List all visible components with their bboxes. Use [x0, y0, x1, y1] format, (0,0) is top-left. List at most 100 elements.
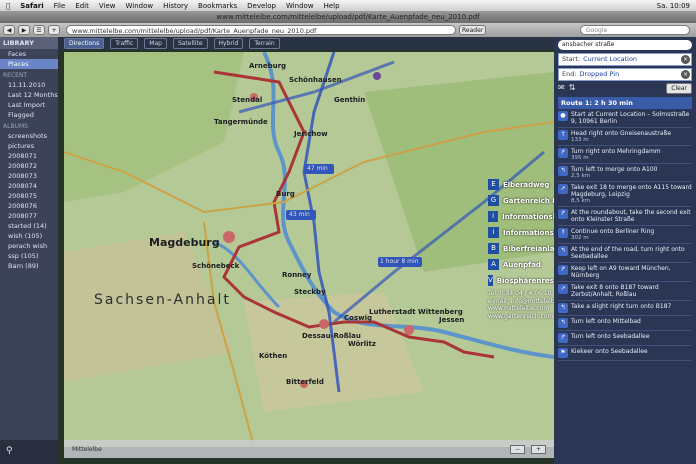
city-magdeburg-marker[interactable]	[223, 231, 235, 243]
direction-step[interactable]: ↱ At the roundabout, take the second exi…	[558, 207, 692, 226]
sidebar-item-faces[interactable]: Faces	[0, 49, 58, 59]
map-graphic[interactable]	[63, 51, 555, 448]
menu-help[interactable]: Help	[319, 2, 345, 10]
beaver-icon: B	[488, 243, 499, 254]
tab-satellite[interactable]: Satellite	[172, 38, 208, 49]
apple-menu[interactable]: 	[0, 2, 15, 10]
sidebar-album[interactable]: perach wish	[0, 241, 58, 251]
swap-icon[interactable]: ⇅	[569, 83, 576, 94]
menu-history[interactable]: History	[158, 2, 193, 10]
search-icon[interactable]: ⚲	[6, 446, 13, 456]
info-icon: i	[488, 227, 499, 238]
step-text: At the roundabout, take the second exit …	[571, 209, 691, 223]
tab-hybrid[interactable]: Hybrid	[213, 38, 244, 49]
map-canvas[interactable]: Magdeburg Stendal Tangermünde Jerichow B…	[63, 51, 555, 448]
sidebar-item-recent-1[interactable]: 11.11.2010	[0, 80, 58, 90]
sidebar-album[interactable]: 2008075	[0, 191, 58, 201]
menu-edit[interactable]: Edit	[70, 2, 94, 10]
address-bar[interactable]: www.mittelelbe.com/mittelelbe/upload/pdf…	[66, 25, 456, 35]
sidebar-album[interactable]: 2008072	[0, 161, 58, 171]
start-value: Current Location	[583, 55, 638, 63]
step-text: Keep left on A9 toward München, Nürnberg	[571, 265, 671, 279]
add-bookmark-button[interactable]: +	[48, 25, 60, 35]
clear-start-icon[interactable]: ×	[681, 55, 690, 64]
direction-step[interactable]: ↰ Turn left onto Mittelbad	[558, 316, 692, 331]
sidebar-album[interactable]: 2008074	[0, 181, 58, 191]
back-button[interactable]: ◀	[3, 25, 15, 35]
menu-file[interactable]: File	[49, 2, 71, 10]
sidebar-album[interactable]: 2008077	[0, 211, 58, 221]
sidebar-item-recent-4[interactable]: Flagged	[0, 110, 58, 120]
search-field[interactable]: Google	[580, 25, 690, 35]
end-label: End:	[562, 70, 577, 78]
sidebar-item-recent-2[interactable]: Last 12 Months	[0, 90, 58, 100]
step-distance: 302 m	[571, 235, 589, 241]
sidebar-item-places[interactable]: Places	[0, 59, 58, 69]
reader-button[interactable]: Reader	[459, 25, 487, 35]
sidebar-album[interactable]: Barn (89)	[0, 261, 58, 271]
sidebar-album[interactable]: started (14)	[0, 221, 58, 231]
tab-map[interactable]: Map	[144, 38, 167, 49]
menu-app-name[interactable]: Safari	[15, 2, 48, 10]
menu-clock[interactable]: Sa. 10:09	[652, 2, 696, 10]
clear-end-icon[interactable]: ×	[681, 70, 690, 79]
info-icon: i	[488, 211, 499, 222]
start-icon: ●	[558, 111, 568, 121]
city-bitterfeld-marker[interactable]	[300, 380, 308, 388]
menu-bookmarks[interactable]: Bookmarks	[193, 2, 242, 10]
menu-window-2[interactable]: Window	[281, 2, 319, 10]
menu-view[interactable]: View	[94, 2, 121, 10]
zoom-in-button[interactable]: +	[530, 444, 546, 454]
zoom-out-button[interactable]: −	[509, 444, 525, 454]
city-stendal-marker[interactable]	[250, 93, 258, 101]
direction-step[interactable]: ⚑ Kiekeer onto Seebadallee	[558, 346, 692, 361]
sidebar-album[interactable]: ssp (105)	[0, 251, 58, 261]
direction-step[interactable]: ↗ Take exit 18 to merge onto A115 toward…	[558, 182, 692, 207]
direction-step[interactable]: ↱ Turn left onto Seebadallee	[558, 331, 692, 346]
sidebar-album[interactable]: 2008076	[0, 201, 58, 211]
city-wittenberg-marker[interactable]	[404, 325, 414, 335]
sidebar-item-recent-3[interactable]: Last Import	[0, 100, 58, 110]
tab-directions[interactable]: Directions	[64, 38, 105, 49]
direction-step[interactable]: ↑ Continue onto Berliner Ring 302 m	[558, 226, 692, 244]
legend-label: Elberadweg	[503, 180, 550, 189]
direction-step[interactable]: ↱ Turn right onto Mehringdamm 395 m	[558, 146, 692, 164]
step-text: At the end of the road, turn right onto …	[571, 246, 685, 260]
direction-step[interactable]: ↑ Head right onto Gneisenaustraße 133 m	[558, 128, 692, 146]
end-field[interactable]: End: Dropped Pin ×	[558, 68, 692, 81]
route-summary[interactable]: Route 1: 2 h 30 min	[558, 97, 692, 109]
flag-icon: ⚑	[558, 348, 568, 358]
directions-search-input[interactable]: ansbacher straße	[558, 40, 692, 50]
tab-traffic[interactable]: Traffic	[110, 38, 139, 49]
city-dessau-marker[interactable]	[319, 319, 329, 329]
sidebar-album[interactable]: 2008073	[0, 171, 58, 181]
sidebar-toggle-button[interactable]: ☰	[33, 25, 45, 35]
step-text: Start at Current Location – Solmsstraße …	[571, 111, 690, 125]
map-view-tabs: Directions Traffic Map Satellite Hybrid …	[58, 37, 554, 50]
step-distance: 133 m	[571, 137, 589, 143]
recent-section-title: RECENT	[3, 72, 28, 79]
direction-step[interactable]: ↗ Take exit 8 onto B187 toward Zerbst/An…	[558, 282, 692, 301]
car-icon[interactable]: ✉	[558, 83, 565, 94]
menu-window[interactable]: Window	[121, 2, 159, 10]
forward-button[interactable]: ▶	[18, 25, 30, 35]
sidebar-album[interactable]: screenshots	[0, 131, 58, 141]
direction-step[interactable]: ● Start at Current Location – Solmsstraß…	[558, 109, 692, 128]
direction-step[interactable]: ↰ Take a slight right turn onto B187	[558, 301, 692, 316]
step-text: Take exit 18 to merge onto A115 toward M…	[571, 184, 692, 198]
start-field[interactable]: Start: Current Location ×	[558, 53, 692, 66]
sidebar-album[interactable]: wish (105)	[0, 231, 58, 241]
turn-right-icon: ↱	[558, 265, 568, 275]
bike-route-icon: E	[488, 179, 499, 190]
map-footer-note: Mittelelbe	[72, 445, 102, 453]
dropped-pin-marker[interactable]	[373, 72, 381, 80]
sidebar-album[interactable]: 2008071	[0, 151, 58, 161]
tab-terrain[interactable]: Terrain	[249, 38, 280, 49]
direction-step[interactable]: ↱ Keep left on A9 toward München, Nürnbe…	[558, 263, 692, 282]
direction-step[interactable]: ↰ Turn left to merge onto A100 2,5 km	[558, 164, 692, 182]
direction-step[interactable]: ↰ At the end of the road, turn right ont…	[558, 244, 692, 263]
exit-icon: ↗	[558, 284, 568, 294]
clear-button[interactable]: Clear	[666, 83, 692, 94]
sidebar-album[interactable]: pictures	[0, 141, 58, 151]
menu-develop[interactable]: Develop	[242, 2, 281, 10]
